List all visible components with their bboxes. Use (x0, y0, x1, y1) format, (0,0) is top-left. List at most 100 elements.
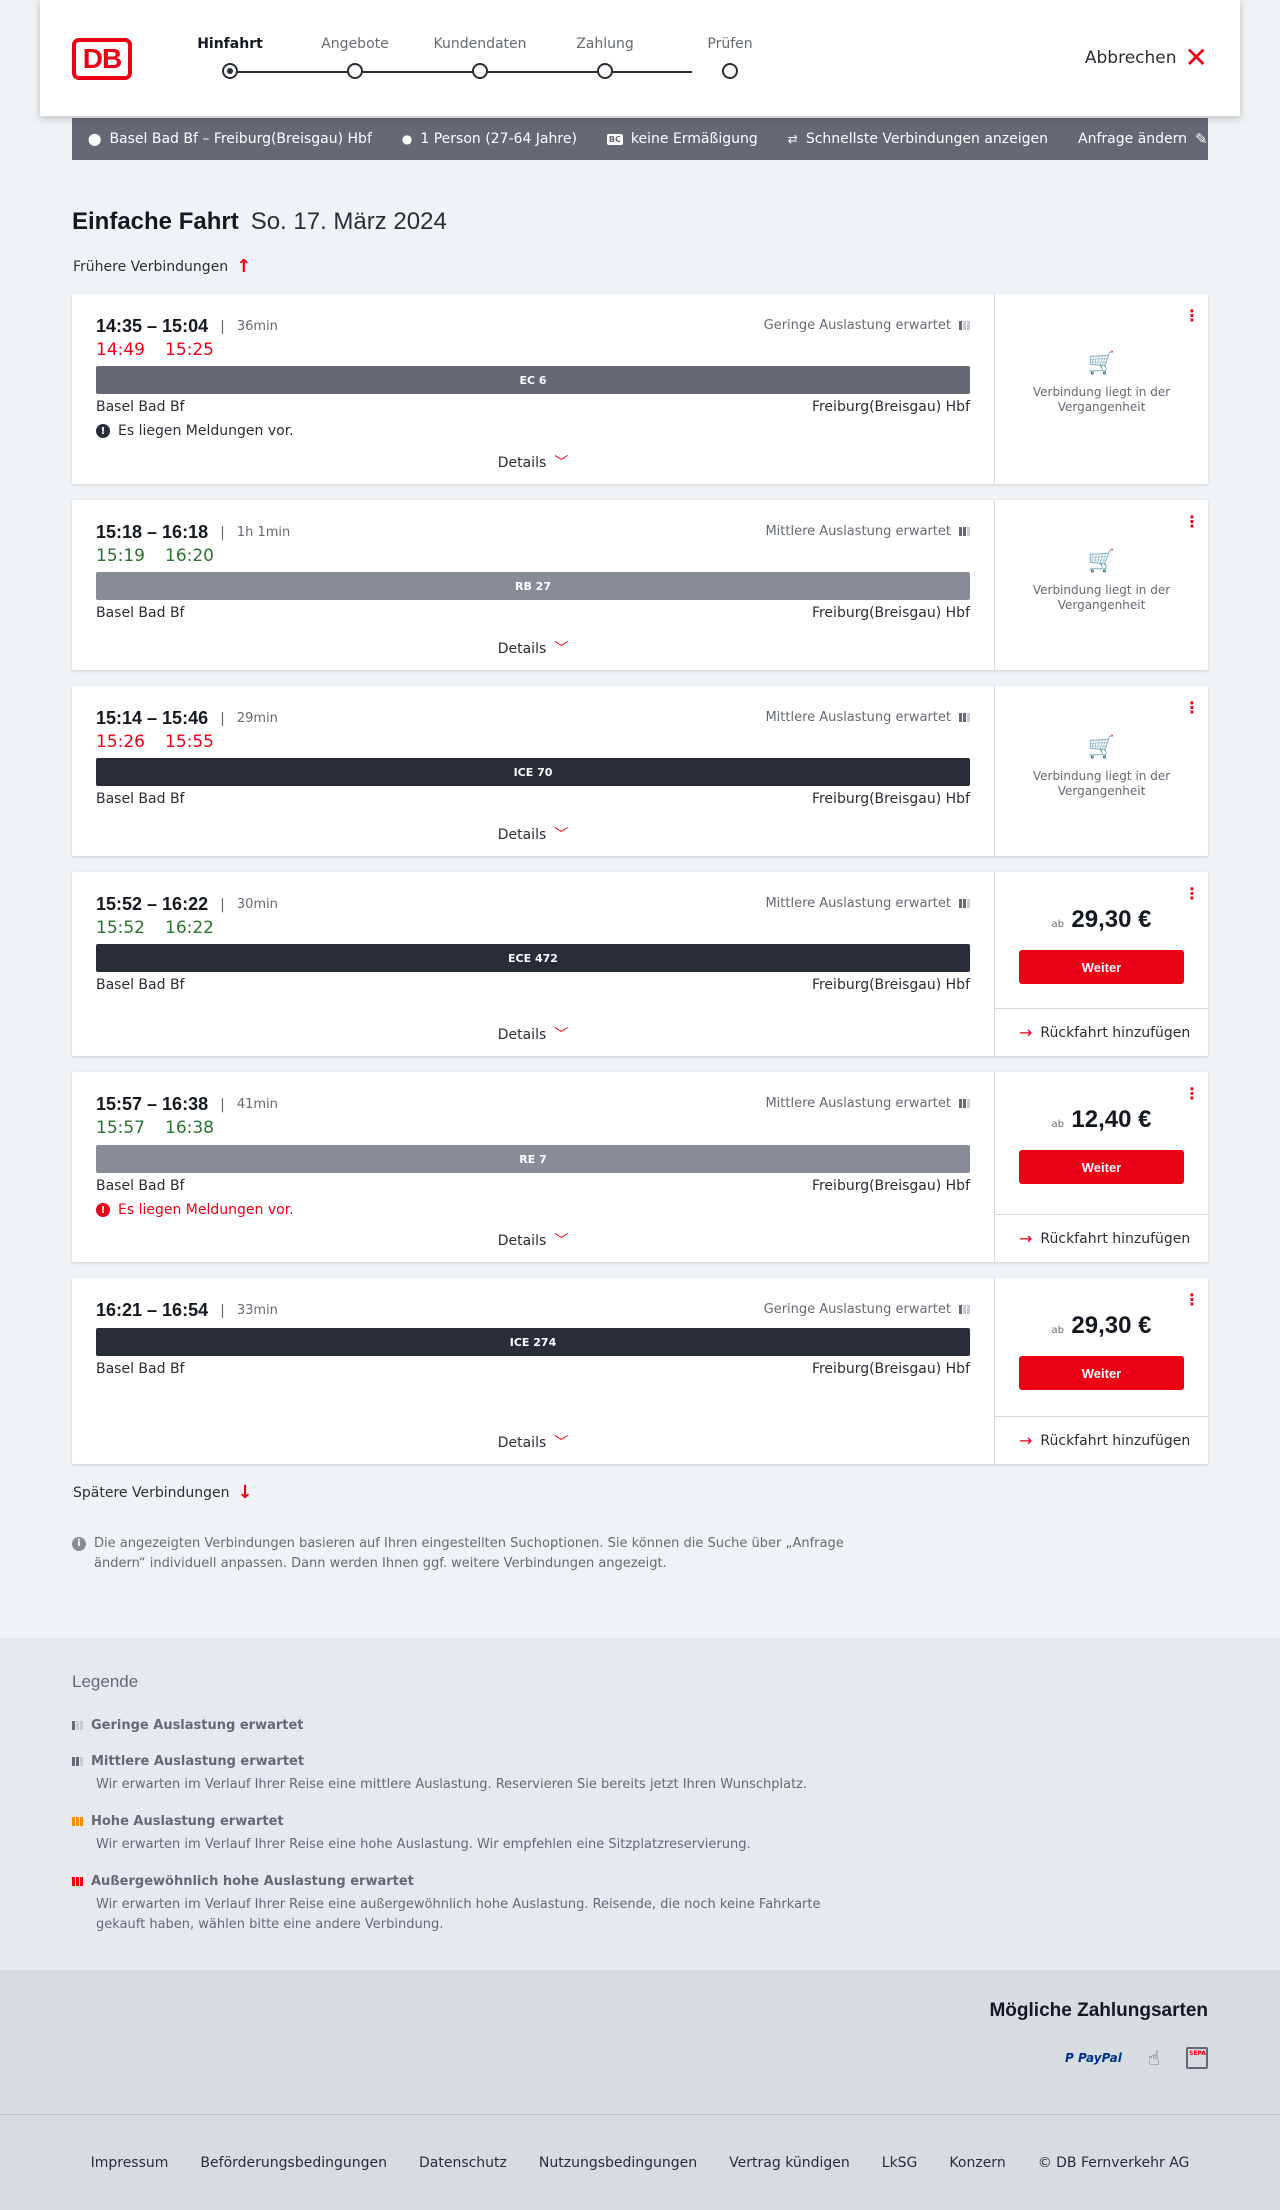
more-options-icon[interactable]: ⋮ (1184, 700, 1200, 716)
footer-link-nutzungsbedingungen[interactable]: Nutzungsbedingungen (539, 2155, 697, 2171)
more-options-icon[interactable]: ⋮ (1184, 1086, 1200, 1102)
add-return-trip-link[interactable]: → Rückfahrt hinzufügen (995, 1214, 1208, 1262)
price-prefix: ab (1051, 1119, 1064, 1130)
connection-info: 16:21 – 16:54 | 33min Geringe Auslastung… (72, 1278, 994, 1464)
page: DB Hinfahrt Angebote Kundendaten Zahlung… (0, 0, 1280, 2210)
legend-item-text: Wir erwarten im Verlauf Ihrer Reise eine… (96, 1777, 808, 1792)
divider: | (220, 1096, 225, 1113)
divider: | (220, 318, 225, 335)
footer-link-impressum[interactable]: Impressum (91, 2155, 169, 2171)
more-options-icon[interactable]: ⋮ (1184, 886, 1200, 902)
details-toggle[interactable]: Details ﹀ (72, 638, 994, 658)
step-label: Hinfahrt (197, 36, 263, 52)
details-toggle[interactable]: Details ﹀ (72, 1024, 994, 1044)
change-request-button[interactable]: Anfrage ändern ✎ (1078, 130, 1208, 148)
offer-panel: ⋮ 🛒 Verbindung liegt in der Vergangenhei… (994, 294, 1208, 484)
realtime-arrival: 15:25 (165, 340, 214, 360)
planned-times: 15:52 – 16:22 (96, 894, 209, 914)
db-logo[interactable]: DB (72, 38, 132, 80)
later-connections-link[interactable]: Spätere Verbindungen ↓ (73, 1482, 253, 1503)
step-label: Prüfen (707, 36, 753, 52)
add-return-trip-link[interactable]: → Rückfahrt hinzufügen (995, 1416, 1208, 1464)
duration: 1h 1min (236, 525, 291, 540)
more-options-icon[interactable]: ⋮ (1184, 308, 1200, 324)
step-dot (472, 63, 488, 79)
add-return-trip-link[interactable]: → Rückfahrt hinzufügen (995, 1008, 1208, 1056)
person-icon: ● (401, 132, 413, 146)
footer-link-befoerderungsbedingungen[interactable]: Beförderungsbedingungen (200, 2155, 387, 2171)
warning-text: Es liegen Meldungen vor. (118, 1202, 294, 1218)
price-prefix: ab (1051, 1325, 1064, 1336)
occupancy-info: Geringe Auslastung erwartet (764, 1302, 970, 1317)
details-toggle[interactable]: Details ﹀ (72, 1432, 994, 1452)
location-pin-icon: ⬤ (88, 132, 102, 146)
details-toggle[interactable]: Details ﹀ (72, 452, 994, 472)
step-label: Angebote (321, 36, 389, 52)
details-toggle[interactable]: Details ﹀ (72, 1230, 994, 1250)
step-pruefen[interactable]: Prüfen (665, 36, 795, 79)
chevron-down-icon: ﹀ (554, 1233, 569, 1249)
step-zahlung[interactable]: Zahlung (540, 36, 670, 79)
card-touch-icon: ☝ (1147, 2046, 1160, 2070)
footer-link-datenschutz[interactable]: Datenschutz (419, 2155, 507, 2171)
connection-info: 15:52 – 16:22 | 30min 15:52 16:22 Mittle… (72, 872, 994, 1056)
cart-unavailable-icon: 🛒 (1087, 351, 1116, 376)
close-icon: ✕ (1184, 41, 1208, 74)
train-bar[interactable]: RB 27 (96, 572, 970, 600)
arrow-down-icon: ↓ (237, 1482, 253, 1503)
realtime-times: 15:57 16:38 (96, 1118, 234, 1138)
footer-link-vertrag-kuendigen[interactable]: Vertrag kündigen (729, 2155, 850, 2171)
offer-panel: ⋮ ab 29,30 € Weiter → Rückfahrt hinzufüg… (994, 872, 1208, 1056)
earlier-connections-link[interactable]: Frühere Verbindungen ↑ (73, 256, 251, 277)
connection-card: 14:35 – 15:04 | 36min 14:49 15:25 Gering… (72, 294, 1208, 484)
arrow-right-icon: → (1019, 1431, 1033, 1450)
earlier-connections-label: Frühere Verbindungen (73, 258, 229, 275)
payment-methods-section: Mögliche Zahlungsarten P PayPal ☝ SEPA (0, 1970, 1280, 2114)
step-hinfahrt[interactable]: Hinfahrt (165, 36, 295, 79)
realtime-arrival: 16:22 (165, 918, 214, 938)
train-bar[interactable]: EC 6 (96, 366, 970, 394)
cancel-button[interactable]: Abbrechen ✕ (1085, 44, 1208, 72)
footer-link-lksg[interactable]: LkSG (882, 2155, 918, 2171)
legend-item-low: Geringe Auslastung erwartet (72, 1718, 872, 1733)
continue-button[interactable]: Weiter (1019, 950, 1184, 984)
cart-unavailable-icon: 🛒 (1087, 549, 1116, 574)
legend-heading: Hohe Auslastung erwartet (72, 1814, 872, 1829)
exclamation-icon: ! (96, 1203, 110, 1217)
train-bar[interactable]: ICE 70 (96, 758, 970, 786)
details-toggle[interactable]: Details ﹀ (72, 824, 994, 844)
price-value: 29,30 € (1071, 1312, 1152, 1339)
continue-button[interactable]: Weiter (1019, 1356, 1184, 1390)
chevron-down-icon: ﹀ (554, 1435, 569, 1451)
more-options-icon[interactable]: ⋮ (1184, 514, 1200, 530)
connection-times: 15:57 – 16:38 | 41min (96, 1094, 278, 1115)
occupancy-medium-icon (959, 713, 970, 722)
step-dot (597, 63, 613, 79)
step-angebote[interactable]: Angebote (290, 36, 420, 79)
train-bar[interactable]: RE 7 (96, 1145, 970, 1173)
connection-info: 15:57 – 16:38 | 41min 15:57 16:38 Mittle… (72, 1072, 994, 1262)
details-label: Details (497, 455, 547, 471)
realtime-times: 15:19 16:20 (96, 546, 234, 566)
footer-link-konzern[interactable]: Konzern (949, 2155, 1005, 2171)
step-label: Zahlung (576, 36, 634, 52)
planned-times: 14:35 – 15:04 (96, 316, 209, 336)
pencil-icon: ✎ (1195, 130, 1208, 148)
continue-button[interactable]: Weiter (1019, 1150, 1184, 1184)
exclamation-icon: ! (96, 424, 110, 438)
train-bar[interactable]: ICE 274 (96, 1328, 970, 1356)
legend-section: Legende Geringe Auslastung erwartet Mitt… (0, 1638, 1280, 1970)
step-kundendaten[interactable]: Kundendaten (415, 36, 545, 79)
more-options-icon[interactable]: ⋮ (1184, 1292, 1200, 1308)
arrival-station: Freiburg(Breisgau) Hbf (811, 1178, 970, 1194)
route-text: Basel Bad Bf – Freiburg(Breisgau) Hbf (109, 131, 372, 147)
departure-station: Basel Bad Bf (96, 977, 185, 993)
train-bar[interactable]: ECE 472 (96, 944, 970, 972)
trip-date: So. 17. März 2024 (250, 208, 447, 235)
legend-item-text: Wir erwarten im Verlauf Ihrer Reise eine… (96, 1837, 751, 1852)
price: ab 29,30 € (995, 906, 1208, 934)
trip-type: Einfache Fahrt (72, 208, 239, 235)
departure-station: Basel Bad Bf (96, 399, 185, 415)
occupancy-info: Mittlere Auslastung erwartet (765, 710, 970, 725)
change-request-label: Anfrage ändern (1078, 131, 1188, 147)
